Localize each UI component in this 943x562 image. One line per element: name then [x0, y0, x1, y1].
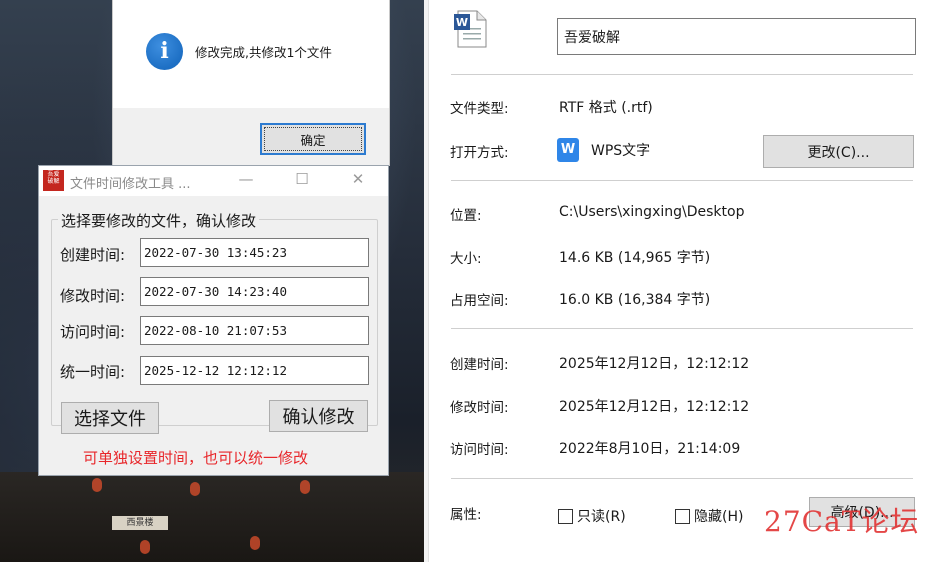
modified-value: 2025年12月12日，12:12:12 — [559, 399, 750, 415]
attributes-label: 属性: — [450, 507, 482, 523]
hidden-label: 隐藏(H) — [694, 509, 744, 525]
unified-time-label: 统一时间: — [60, 363, 126, 381]
app-logo: 吾爱 破解 — [43, 170, 64, 191]
minimize-icon[interactable]: — — [233, 170, 259, 188]
accessed-value: 2022年8月10日，21:14:09 — [559, 441, 741, 457]
time-modify-tool-window: 吾爱 破解 文件时间修改工具 ... — ☐ ✕ 选择要修改的文件，确认修改 创建… — [38, 165, 389, 476]
accessed-label: 访问时间: — [450, 442, 509, 458]
divider — [451, 478, 913, 479]
window-title: 文件时间修改工具 ... — [70, 177, 191, 192]
panel-edge — [424, 0, 429, 562]
lantern-decoration — [92, 478, 102, 492]
close-icon[interactable]: ✕ — [345, 170, 371, 188]
size-on-disk-value: 16.0 KB (16,384 字节) — [559, 292, 711, 308]
accessed-time-input[interactable] — [140, 316, 369, 345]
wps-writer-icon: W — [557, 138, 579, 162]
background-building — [0, 472, 424, 562]
modified-time-label: 修改时间: — [60, 287, 126, 305]
file-type-label: 文件类型: — [450, 101, 509, 117]
location-label: 位置: — [450, 208, 482, 224]
size-value: 14.6 KB (14,965 字节) — [559, 250, 711, 266]
file-name-input[interactable] — [557, 18, 916, 55]
open-with-value: WPS文字 — [591, 143, 651, 159]
readonly-checkbox[interactable]: 只读(R) — [558, 506, 626, 526]
readonly-label: 只读(R) — [577, 509, 626, 525]
info-icon: i — [146, 33, 183, 70]
checkbox-box[interactable] — [675, 508, 690, 524]
svg-text:W: W — [456, 16, 468, 29]
hidden-checkbox[interactable]: 隐藏(H) — [675, 506, 743, 526]
background-sign: 西景楼 — [112, 516, 168, 530]
message-dialog: i 修改完成,共修改1个文件 确定 — [112, 0, 390, 166]
confirm-modify-button[interactable]: 确认修改 — [269, 400, 368, 432]
size-on-disk-label: 占用空间: — [450, 293, 509, 309]
file-properties-panel: W 文件类型: RTF 格式 (.rtf) 打开方式: W WPS文字 更改(C… — [424, 0, 943, 562]
created-value: 2025年12月12日，12:12:12 — [559, 356, 750, 372]
location-value: C:\Users\xingxing\Desktop — [559, 204, 745, 220]
size-label: 大小: — [450, 251, 482, 267]
forum-watermark: 27CaT论坛 — [764, 505, 920, 538]
word-document-icon: W — [454, 10, 487, 48]
change-button[interactable]: 更改(C)... — [763, 135, 914, 168]
lantern-decoration — [140, 540, 150, 554]
lantern-decoration — [190, 482, 200, 496]
unified-time-input[interactable] — [140, 356, 369, 385]
file-type-value: RTF 格式 (.rtf) — [559, 100, 653, 116]
modified-label: 修改时间: — [450, 400, 509, 416]
lantern-decoration — [250, 536, 260, 550]
created-time-input[interactable] — [140, 238, 369, 267]
divider — [451, 328, 913, 329]
created-time-label: 创建时间: — [60, 246, 126, 264]
accessed-time-label: 访问时间: — [60, 323, 126, 341]
divider — [451, 180, 913, 181]
open-with-label: 打开方式: — [450, 145, 509, 161]
title-bar[interactable]: 吾爱 破解 文件时间修改工具 ... — ☐ ✕ — [39, 166, 388, 196]
modified-time-input[interactable] — [140, 277, 369, 306]
created-label: 创建时间: — [450, 357, 509, 373]
checkbox-box[interactable] — [558, 508, 573, 524]
maximize-icon[interactable]: ☐ — [289, 170, 315, 188]
group-label: 选择要修改的文件，确认修改 — [58, 210, 260, 231]
select-file-button[interactable]: 选择文件 — [61, 402, 159, 434]
divider — [451, 74, 913, 75]
message-text: 修改完成,共修改1个文件 — [195, 45, 332, 60]
message-body: i 修改完成,共修改1个文件 — [113, 0, 389, 108]
lantern-decoration — [300, 480, 310, 494]
hint-text: 可单独设置时间，也可以统一修改 — [83, 449, 309, 467]
ok-button[interactable]: 确定 — [260, 123, 366, 155]
